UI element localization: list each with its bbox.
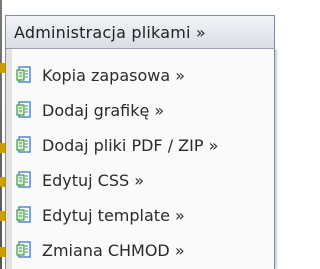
menu-item-edytuj-css[interactable]: Edytuj CSS » bbox=[6, 162, 276, 198]
menu-item-dodaj-grafike[interactable]: Dodaj grafikę » bbox=[6, 92, 276, 128]
dropdown-menu: Kopia zapasowa » Dodaj grafikę » Dodaj p… bbox=[5, 49, 275, 269]
menu-item-label: Edytuj CSS » bbox=[42, 170, 145, 190]
menu-item-kopia-zapasowa[interactable]: Kopia zapasowa » bbox=[6, 57, 276, 93]
document-icon bbox=[16, 66, 36, 84]
document-icon bbox=[16, 206, 36, 224]
menu-header[interactable]: Administracja plikami » bbox=[5, 15, 275, 49]
menu-item-label: Dodaj pliki PDF / ZIP » bbox=[42, 135, 219, 155]
menu-item-label: Edytuj template » bbox=[42, 205, 185, 225]
document-icon bbox=[16, 171, 36, 189]
page-left-edge bbox=[0, 0, 2, 269]
menu-item-label: Zmiana CHMOD » bbox=[42, 240, 185, 260]
menu-item-label: Dodaj grafikę » bbox=[42, 100, 165, 120]
menu-item-zmiana-chmod[interactable]: Zmiana CHMOD » bbox=[6, 232, 276, 268]
menu-item-label: Kopia zapasowa » bbox=[42, 65, 186, 85]
menu-header-label: Administracja plikami » bbox=[14, 22, 206, 42]
document-icon bbox=[16, 136, 36, 154]
document-icon bbox=[16, 241, 36, 259]
menu-item-edytuj-template[interactable]: Edytuj template » bbox=[6, 197, 276, 233]
document-icon bbox=[16, 101, 36, 119]
menu-item-dodaj-pliki-pdf-zip[interactable]: Dodaj pliki PDF / ZIP » bbox=[6, 127, 276, 163]
